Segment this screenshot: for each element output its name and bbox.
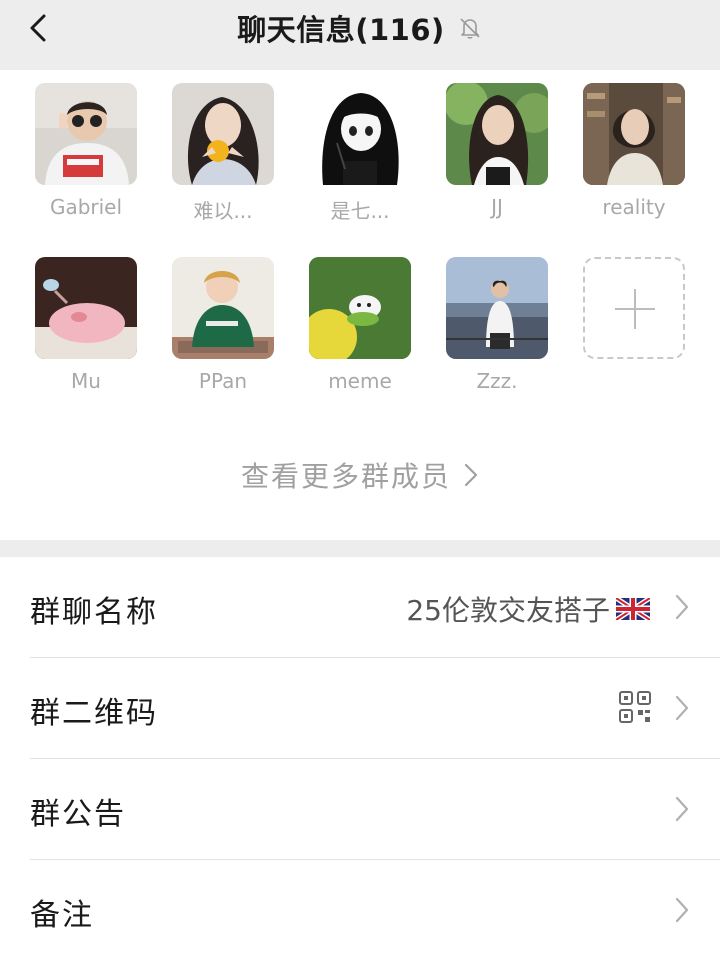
chevron-right-icon	[675, 897, 689, 923]
group-qr-row[interactable]: 群二维码	[0, 658, 720, 758]
member-item[interactable]: PPan	[172, 257, 274, 393]
group-name-row[interactable]: 群聊名称 25伦敦交友搭子	[0, 557, 720, 657]
page-title: 聊天信息(116)	[237, 13, 445, 47]
view-more-members-link[interactable]: 查看更多群成员	[0, 455, 720, 495]
member-name: JJ	[491, 195, 503, 219]
avatar	[309, 83, 411, 185]
avatar	[35, 257, 137, 359]
group-name-value: 25伦敦交友搭子	[406, 594, 610, 627]
avatar	[446, 83, 548, 185]
member-name: reality	[602, 195, 666, 219]
member-item[interactable]: reality	[583, 83, 685, 219]
chevron-right-icon	[675, 695, 689, 721]
settings-list: 群聊名称 25伦敦交友搭子 群二维码 群公告 备注	[0, 557, 720, 960]
remark-label: 备注	[30, 898, 94, 933]
member-name: Gabriel	[49, 195, 123, 219]
chevron-right-icon	[675, 796, 689, 822]
add-member-button[interactable]	[583, 257, 685, 359]
chevron-right-icon	[464, 463, 478, 487]
chevron-right-icon	[675, 594, 689, 620]
member-item[interactable]: JJ	[446, 83, 548, 219]
bell-off-icon	[460, 18, 480, 39]
member-item[interactable]: 是七...	[309, 83, 411, 224]
member-item[interactable]: Zzz.	[446, 257, 548, 393]
member-name: 是七...	[330, 199, 390, 223]
member-item[interactable]: 难以...	[172, 83, 274, 224]
member-item[interactable]: meme	[309, 257, 411, 393]
view-more-label: 查看更多群成员	[240, 460, 451, 493]
member-name: Mu	[71, 369, 101, 393]
group-name-value-wrap: 25伦敦交友搭子	[406, 589, 650, 629]
avatar	[35, 83, 137, 185]
group-name-label: 群聊名称	[30, 595, 158, 630]
group-notice-label: 群公告	[30, 797, 126, 832]
plus-icon[interactable]	[583, 257, 685, 359]
member-item[interactable]: Mu	[35, 257, 137, 393]
member-grid: Gabriel 难以... 是七... JJ reality Mu PPan m…	[0, 70, 720, 540]
avatar	[446, 257, 548, 359]
uk-flag-icon	[616, 598, 650, 620]
member-name: meme	[328, 369, 392, 393]
member-name: Zzz.	[476, 369, 518, 393]
member-name: 难以...	[193, 199, 253, 223]
remark-row[interactable]: 备注	[0, 860, 720, 960]
avatar	[309, 257, 411, 359]
member-name: PPan	[198, 369, 248, 393]
avatar	[172, 257, 274, 359]
group-notice-row[interactable]: 群公告	[0, 759, 720, 859]
avatar	[583, 83, 685, 185]
qr-code-icon	[619, 691, 651, 723]
member-item[interactable]: Gabriel	[35, 83, 137, 219]
avatar	[172, 83, 274, 185]
nav-bar: 聊天信息(116)	[0, 0, 720, 70]
group-qr-label: 群二维码	[30, 696, 158, 731]
